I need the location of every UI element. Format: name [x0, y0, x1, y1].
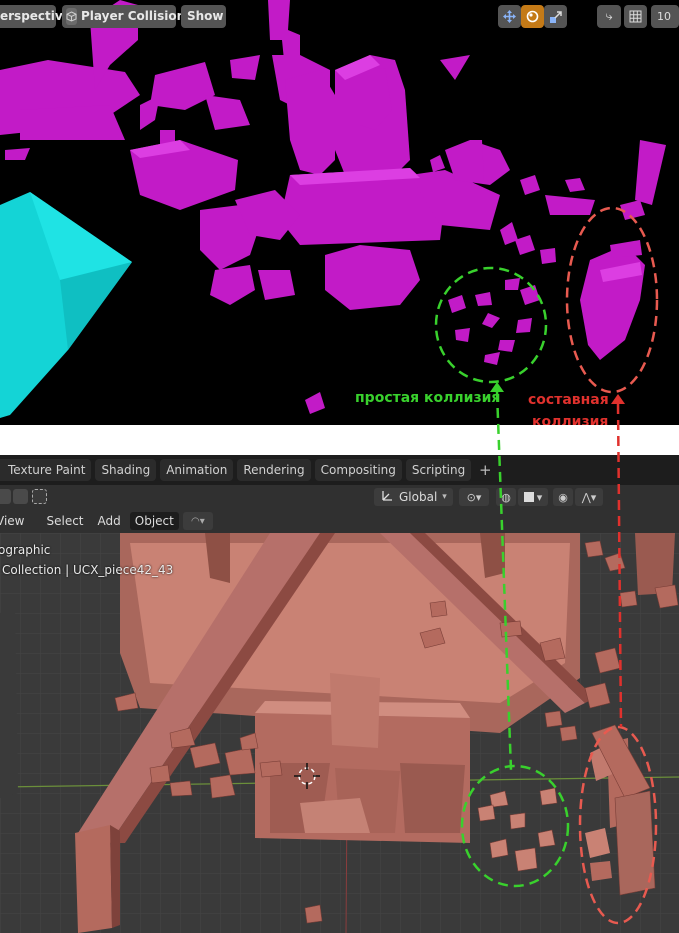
compound-collision-label-line1: составная	[528, 392, 609, 408]
add-workspace-button[interactable]: +	[475, 459, 495, 481]
menu-select[interactable]: Select	[39, 514, 90, 528]
proportional-icon[interactable]: ◉	[553, 488, 573, 506]
select-extend-icon[interactable]	[13, 489, 28, 504]
simple-collision-pieces	[448, 278, 532, 365]
mesh-scene	[0, 533, 679, 933]
3d-cursor-icon	[294, 763, 320, 789]
show-button[interactable]: Show	[181, 5, 226, 28]
grid-icon[interactable]	[624, 5, 647, 28]
tab-texture-paint[interactable]: Texture Paint	[0, 459, 92, 481]
snap-icon[interactable]: ⤷	[597, 5, 621, 28]
snap-target-icon[interactable]: ▾	[518, 488, 548, 506]
magenta-collision-group	[0, 0, 666, 414]
shading-sphere-icon[interactable]	[521, 5, 544, 28]
cube-icon	[66, 8, 77, 25]
falloff-icon[interactable]: ⋀▾	[575, 488, 603, 506]
viewport-header: View Select Add Object ◠▾	[0, 509, 679, 533]
view-name-label: ographic	[0, 543, 51, 557]
collision-scene	[0, 0, 666, 418]
tab-shading[interactable]: Shading	[95, 459, 157, 481]
tab-scripting[interactable]: Scripting	[405, 459, 472, 481]
scale-icon[interactable]	[544, 5, 567, 28]
select-box-icon[interactable]	[32, 489, 47, 504]
interaction-mode-select[interactable]: ◠▾	[182, 512, 213, 530]
tool-header: Global ▾ ⊙▾ ◍ ▾ ◉ ⋀▾	[0, 485, 679, 509]
tab-rendering[interactable]: Rendering	[237, 459, 311, 481]
tab-compositing[interactable]: Compositing	[314, 459, 402, 481]
snap-magnet-icon[interactable]: ◍	[496, 488, 516, 506]
orientation-icon	[380, 489, 394, 506]
separator-gap	[0, 425, 679, 455]
menu-view[interactable]: View	[0, 514, 31, 528]
player-collision-button[interactable]: Player Collision	[62, 5, 185, 28]
transform-orientation-select[interactable]: Global ▾	[374, 488, 453, 506]
player-collision-label: Player Collision	[81, 9, 186, 23]
simple-collision-label: простая коллизия	[355, 390, 501, 406]
mesh-viewport[interactable]: ographic Collection | UCX_piece42_43	[0, 533, 679, 933]
menu-add[interactable]: Add	[91, 514, 128, 528]
pivot-icon[interactable]: ⊙▾	[459, 488, 489, 506]
collection-path-label: Collection | UCX_piece42_43	[2, 563, 174, 577]
chevron-down-icon: ▾	[442, 492, 447, 502]
view-perspective-button[interactable]: erspective	[0, 5, 71, 28]
tab-animation[interactable]: Animation	[160, 459, 234, 481]
select-mode-icon[interactable]	[0, 489, 11, 504]
move-gizmo-icon[interactable]	[498, 5, 521, 28]
menu-object[interactable]: Object	[129, 512, 179, 530]
compound-collision-label-line2: коллизия	[532, 414, 609, 425]
orientation-value: Global	[399, 490, 438, 504]
collision-viewport[interactable]: erspective Player Collision Show ⤷ 10 пр…	[0, 0, 679, 425]
zoom-level-field[interactable]: 10	[651, 5, 679, 28]
workspace-tabs-bar: Texture Paint Shading Animation Renderin…	[0, 455, 679, 485]
